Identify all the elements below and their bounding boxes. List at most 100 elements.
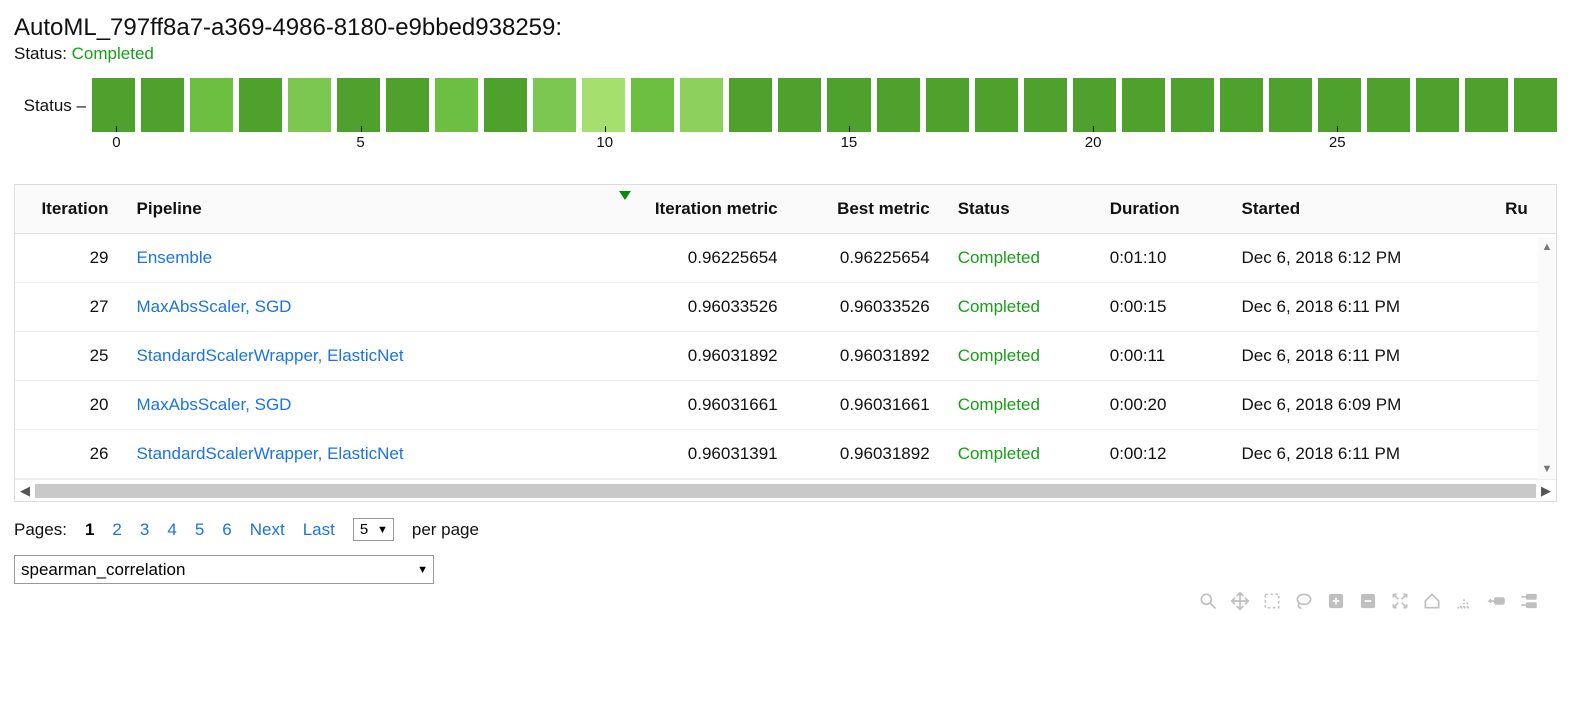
- cell-best-metric: 0.96031892: [796, 332, 948, 381]
- pipeline-link[interactable]: StandardScalerWrapper, ElasticNet: [137, 346, 404, 365]
- cell-duration: 0:01:10: [1100, 234, 1232, 283]
- status-bar[interactable]: [435, 78, 478, 132]
- col-iteration-metric[interactable]: Iteration metric: [613, 185, 795, 234]
- page-title: AutoML_797ff8a7-a369-4986-8180-e9bbed938…: [14, 14, 1557, 42]
- status-bar[interactable]: [582, 78, 625, 132]
- pipeline-link[interactable]: Ensemble: [137, 248, 213, 267]
- pipeline-link[interactable]: StandardScalerWrapper, ElasticNet: [137, 444, 404, 463]
- page-link[interactable]: 3: [140, 520, 149, 540]
- hover-closest-icon[interactable]: [1485, 590, 1507, 612]
- status-bar[interactable]: [190, 78, 233, 132]
- primary-metric-select[interactable]: spearman_correlation: [14, 555, 434, 584]
- scroll-down-icon[interactable]: ▼: [1542, 463, 1553, 475]
- cell-duration: 0:00:20: [1100, 381, 1232, 430]
- status-bar[interactable]: [975, 78, 1018, 132]
- status-bar[interactable]: [337, 78, 380, 132]
- cell-iteration: 25: [15, 332, 127, 381]
- zoom-in-icon[interactable]: [1325, 590, 1347, 612]
- page-next-link[interactable]: Next: [250, 520, 285, 540]
- status-bar[interactable]: [92, 78, 135, 132]
- page-last-link[interactable]: Last: [303, 520, 335, 540]
- col-started[interactable]: Started: [1232, 185, 1496, 234]
- status-bar[interactable]: [1318, 78, 1361, 132]
- cell-started: Dec 6, 2018 6:11 PM: [1232, 283, 1496, 332]
- status-bar[interactable]: [729, 78, 772, 132]
- status-bar[interactable]: [1220, 78, 1263, 132]
- status-bar[interactable]: [827, 78, 870, 132]
- status-bar[interactable]: [141, 78, 184, 132]
- vertical-scrollbar[interactable]: ▲ ▼: [1538, 237, 1556, 479]
- col-best-metric[interactable]: Best metric: [796, 185, 948, 234]
- hover-compare-icon[interactable]: [1517, 590, 1539, 612]
- table-header-row: Iteration Pipeline Iteration metric Best…: [15, 185, 1556, 234]
- status-bar[interactable]: [1122, 78, 1165, 132]
- col-duration[interactable]: Duration: [1100, 185, 1232, 234]
- autoscale-icon[interactable]: [1389, 590, 1411, 612]
- cell-best-metric: 0.96031892: [796, 430, 948, 479]
- cell-pipeline: MaxAbsScaler, SGD: [127, 381, 614, 430]
- status-bar[interactable]: [926, 78, 969, 132]
- pipeline-link[interactable]: MaxAbsScaler, SGD: [137, 395, 292, 414]
- col-iteration[interactable]: Iteration: [15, 185, 127, 234]
- cell-iter-metric: 0.96225654: [613, 234, 795, 283]
- sort-desc-icon: [619, 191, 631, 200]
- zoom-icon[interactable]: [1197, 590, 1219, 612]
- status-bar[interactable]: [1171, 78, 1214, 132]
- per-page-select[interactable]: 5: [353, 518, 394, 541]
- status-bar[interactable]: [1465, 78, 1508, 132]
- box-select-icon[interactable]: [1261, 590, 1283, 612]
- chart-y-label: Status –: [14, 78, 92, 116]
- status-bar[interactable]: [778, 78, 821, 132]
- status-bar[interactable]: [239, 78, 282, 132]
- col-run-truncated[interactable]: Ru: [1495, 185, 1556, 234]
- pipeline-link[interactable]: MaxAbsScaler, SGD: [137, 297, 292, 316]
- scroll-right-icon[interactable]: ▶: [1536, 480, 1556, 501]
- scroll-up-icon[interactable]: ▲: [1542, 241, 1553, 253]
- cell-best-metric: 0.96031661: [796, 381, 948, 430]
- spike-lines-icon[interactable]: [1453, 590, 1475, 612]
- cell-iteration: 27: [15, 283, 127, 332]
- results-table: Iteration Pipeline Iteration metric Best…: [14, 184, 1557, 502]
- status-chart: Status – 0510152025: [14, 78, 1557, 166]
- scroll-left-icon[interactable]: ◀: [15, 480, 35, 501]
- axis-tick-label: 10: [596, 134, 613, 151]
- status-bar[interactable]: [1024, 78, 1067, 132]
- status-bar[interactable]: [877, 78, 920, 132]
- horizontal-scrollbar[interactable]: ◀ ▶: [15, 479, 1556, 501]
- status-bar[interactable]: [288, 78, 331, 132]
- lasso-select-icon[interactable]: [1293, 590, 1315, 612]
- axis-tick-label: 20: [1085, 134, 1102, 151]
- axis-tick-label: 0: [112, 134, 120, 151]
- zoom-out-icon[interactable]: [1357, 590, 1379, 612]
- page-current: 1: [85, 520, 94, 540]
- cell-status: Completed: [948, 283, 1100, 332]
- status-bar[interactable]: [533, 78, 576, 132]
- cell-started: Dec 6, 2018 6:12 PM: [1232, 234, 1496, 283]
- col-status[interactable]: Status: [948, 185, 1100, 234]
- status-bar[interactable]: [1269, 78, 1312, 132]
- status-bar[interactable]: [1416, 78, 1459, 132]
- cell-duration: 0:00:11: [1100, 332, 1232, 381]
- page-link[interactable]: 4: [167, 520, 176, 540]
- cell-iteration: 20: [15, 381, 127, 430]
- page-link[interactable]: 6: [222, 520, 231, 540]
- status-bar[interactable]: [1073, 78, 1116, 132]
- cell-status: Completed: [948, 234, 1100, 283]
- col-pipeline[interactable]: Pipeline: [127, 185, 614, 234]
- page-link[interactable]: 5: [195, 520, 204, 540]
- pan-icon[interactable]: [1229, 590, 1251, 612]
- cell-pipeline: Ensemble: [127, 234, 614, 283]
- reset-axes-icon[interactable]: [1421, 590, 1443, 612]
- status-bar[interactable]: [680, 78, 723, 132]
- status-bar[interactable]: [1367, 78, 1410, 132]
- cell-iter-metric: 0.96031892: [613, 332, 795, 381]
- scroll-track[interactable]: [35, 484, 1536, 498]
- page-link[interactable]: 2: [112, 520, 121, 540]
- cell-iter-metric: 0.96031391: [613, 430, 795, 479]
- status-bar[interactable]: [1514, 78, 1557, 132]
- status-bar[interactable]: [386, 78, 429, 132]
- cell-status: Completed: [948, 332, 1100, 381]
- plotly-toolbar: [14, 590, 1557, 612]
- status-bar[interactable]: [631, 78, 674, 132]
- status-bar[interactable]: [484, 78, 527, 132]
